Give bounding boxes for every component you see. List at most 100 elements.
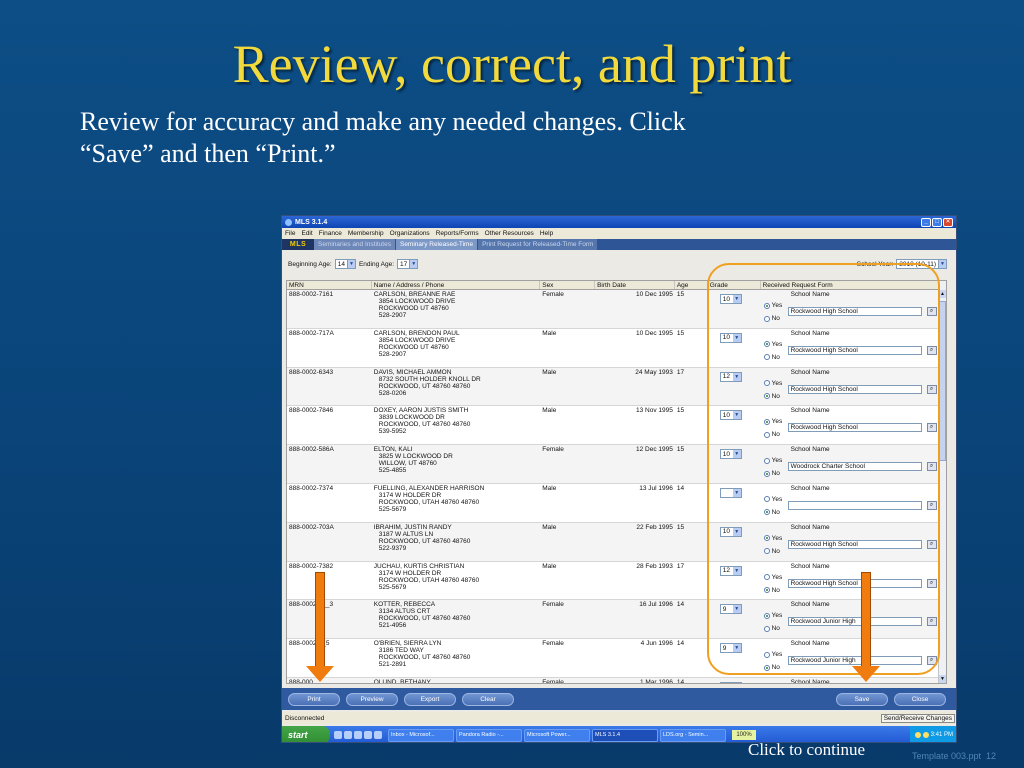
task-pandora[interactable]: Pandora Radio -... xyxy=(456,728,522,742)
media-icon[interactable] xyxy=(374,731,382,739)
slide-instructions: Review for accuracy and make any needed … xyxy=(80,106,910,170)
address-line-2: ROCKWOOD, UT 48760 48760 xyxy=(378,615,471,623)
birth-date-cell: 24 May 1993 xyxy=(635,368,673,376)
maximize-icon[interactable]: □ xyxy=(932,217,942,227)
send-receive-button[interactable]: Send/Receive Changes xyxy=(880,713,955,723)
age-cell: 15 xyxy=(676,291,685,298)
chevron-down-icon: ▼ xyxy=(346,260,355,268)
minimize-icon[interactable]: _ xyxy=(921,217,931,227)
phone: 521-4956 xyxy=(378,622,407,630)
address-line-2: ROCKWOOD, UT 48760 48760 xyxy=(378,654,471,662)
folder-icon[interactable] xyxy=(344,731,352,739)
menu-edit[interactable]: Edit xyxy=(301,230,312,237)
phone: 528-2907 xyxy=(378,312,407,319)
beginning-age-select[interactable]: 14 ▼ xyxy=(334,259,356,269)
scroll-up-icon[interactable]: ▲ xyxy=(939,290,946,298)
age-cell: 15 xyxy=(676,523,685,531)
chevron-down-icon: ▼ xyxy=(938,260,946,268)
column-header-sex[interactable]: Sex xyxy=(540,281,596,289)
address-line-1: 8732 SOUTH HOLDER KNOLL DR xyxy=(378,375,481,383)
chevron-down-icon: ▼ xyxy=(732,682,741,683)
start-button[interactable]: start xyxy=(282,726,330,742)
address-line-2: ROCKWOOD UT 48760 xyxy=(378,305,449,312)
age-cell: 14 xyxy=(676,484,685,492)
menu-membership[interactable]: Membership xyxy=(348,230,384,237)
student-name: DAVIS, MICHAEL AMMON xyxy=(373,368,452,376)
ie-icon[interactable] xyxy=(334,731,342,739)
column-header-age[interactable]: Age xyxy=(675,281,708,289)
print-arrow-icon xyxy=(306,572,334,682)
birth-date-cell: 10 Dec 1995 xyxy=(635,329,673,337)
mrn-cell: 888-0002-7374 xyxy=(289,484,334,492)
name-address-cell: JUCHAU, KURTIS CHRISTIAN 3174 W HOLDER DR… xyxy=(372,562,540,600)
export-button[interactable]: Export xyxy=(404,692,456,706)
birth-date-cell: 13 Jul 1996 xyxy=(639,484,673,492)
age-cell: 17 xyxy=(676,368,685,376)
desktop-icon[interactable] xyxy=(354,731,362,739)
ending-age-select[interactable]: 17 ▼ xyxy=(397,259,419,269)
address-line-2: ROCKWOOD, UT 48760 48760 xyxy=(378,421,471,429)
page-number: 12 xyxy=(986,751,997,761)
phone: 522-9379 xyxy=(378,544,407,552)
print-button[interactable]: Print xyxy=(288,692,340,706)
mrn-cell: 888-0002-7__3 xyxy=(289,601,334,609)
mail-icon[interactable] xyxy=(364,731,372,739)
age-cell: 17 xyxy=(676,562,685,570)
student-name: O'BRIEN, SIERRA LYN xyxy=(373,640,442,648)
column-header-name[interactable]: Name / Address / Phone xyxy=(372,281,541,289)
scroll-down-icon[interactable]: ▼ xyxy=(939,675,946,683)
clear-button[interactable]: Clear xyxy=(462,692,514,706)
task-powerpoint[interactable]: Microsoft Power... xyxy=(524,728,590,742)
age-cell: 15 xyxy=(676,407,685,415)
close-button[interactable]: Close xyxy=(894,692,946,706)
age-cell: 15 xyxy=(676,446,685,454)
slide-footer: Template 003.ppt 12 xyxy=(912,751,996,761)
address-line-1: 3854 LOCKWOOD DRIVE xyxy=(378,298,456,305)
age-cell: 14 xyxy=(676,678,685,684)
sex-cell: Female xyxy=(542,446,564,454)
address-line-2: ROCKWOOD, UTAH 48760 48760 xyxy=(378,576,480,584)
address-line-2: ROCKWOOD, UT 48760 48760 xyxy=(378,537,471,545)
sex-cell: Male xyxy=(542,562,557,570)
app-icon xyxy=(285,218,292,226)
grade-select[interactable]: ▼ xyxy=(719,681,742,683)
mrn-cell: 888-0002-717A xyxy=(289,329,334,337)
tab-bar: MLS Seminaries and Institutes Seminary R… xyxy=(282,239,956,250)
menu-organizations[interactable]: Organizations xyxy=(390,230,430,237)
tab-print-request-form[interactable]: Print Request for Released-Time Form xyxy=(478,239,599,250)
name-address-cell: OLUND, BETHANY xyxy=(372,678,540,684)
sex-cell: Female xyxy=(542,678,564,684)
save-button[interactable]: Save xyxy=(836,692,888,706)
phone: 521-2891 xyxy=(378,661,407,669)
continue-link[interactable]: Click to continue xyxy=(748,740,865,760)
task-outlook[interactable]: Inbox - Microsof... xyxy=(388,728,454,742)
student-name: KOTTER, REBECCA xyxy=(373,601,436,609)
preview-button[interactable]: Preview xyxy=(346,692,398,706)
name-address-cell: O'BRIEN, SIERRA LYN 3186 TED WAY ROCKWOOD,… xyxy=(372,639,540,677)
age-cell: 15 xyxy=(676,329,685,337)
address-line-1: 3174 W HOLDER DR xyxy=(378,569,442,577)
menu-finance[interactable]: Finance xyxy=(319,230,342,237)
window-titlebar: MLS 3.1.4 _ □ ✕ xyxy=(282,216,956,228)
close-icon[interactable]: ✕ xyxy=(943,217,953,227)
tray-icon[interactable] xyxy=(914,732,921,738)
scroll-thumb[interactable] xyxy=(939,301,946,461)
column-header-birth-date[interactable]: Birth Date xyxy=(595,281,675,289)
column-header-mrn[interactable]: MRN xyxy=(287,281,372,289)
tab-seminaries-institutes[interactable]: Seminaries and Institutes xyxy=(314,239,396,250)
menu-reports-forms[interactable]: Reports/Forms xyxy=(436,230,479,237)
tab-seminary-released-time[interactable]: Seminary Released-Time xyxy=(395,239,479,250)
menu-other-resources[interactable]: Other Resources xyxy=(485,230,534,237)
task-lds-org[interactable]: LDS.org - Semin... xyxy=(660,728,726,742)
connection-status: Disconnected xyxy=(285,714,325,722)
student-name: OLUND, BETHANY xyxy=(373,678,431,684)
table-row[interactable]: 888-000OLUND, BETHANYFemale1 Mar 199614▼… xyxy=(287,677,946,684)
sex-cell: Female xyxy=(542,640,564,648)
age-cell: 14 xyxy=(676,640,685,648)
tray-icon[interactable] xyxy=(922,732,929,738)
action-bar: Print Preview Export Clear Save Close xyxy=(282,688,956,710)
menu-help[interactable]: Help xyxy=(540,230,553,237)
menu-file[interactable]: File xyxy=(285,230,295,237)
student-name: CARLSON, BRENDON PAUL xyxy=(373,329,460,337)
task-mls[interactable]: MLS 3.1.4 xyxy=(592,728,658,742)
